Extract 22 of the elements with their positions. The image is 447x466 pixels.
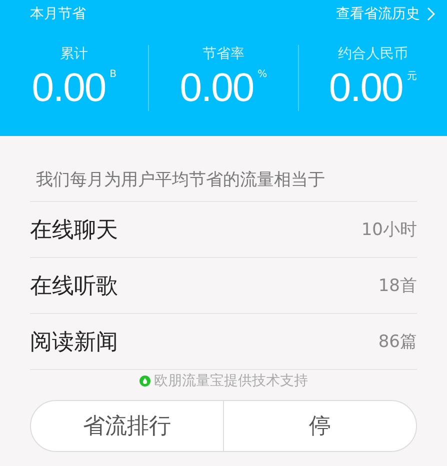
drop-logo-icon [139, 375, 151, 387]
stat-label: 节省率 [202, 45, 244, 63]
row-value: 10小时 [361, 219, 417, 241]
row-label: 在线听歌 [30, 272, 118, 300]
row-value: 18首 [378, 275, 417, 297]
unit-label: B [110, 69, 117, 80]
stat-value: 0.00 [328, 65, 403, 111]
credit-text: 欧朋流量宝提供技术支持 [154, 372, 308, 390]
unit-label: 元 [406, 70, 417, 83]
row-value: 86篇 [378, 331, 417, 353]
section-heading: 我们每月为用户平均节省的流量相当于 [30, 136, 417, 202]
section-title: 本月节省 [30, 5, 86, 23]
stat-value: 0.00 [32, 65, 106, 111]
chevron-right-icon [427, 7, 435, 21]
unit-label: % [258, 69, 268, 80]
action-button[interactable]: 省流排行 [31, 401, 223, 451]
stat-label: 累计 [60, 45, 88, 63]
row-label: 阅读新闻 [30, 328, 118, 356]
stat-label: 约合人民币 [338, 45, 408, 63]
action-button[interactable]: 停 [223, 401, 416, 451]
row-label: 在线聊天 [30, 216, 118, 244]
stat-value: 0.00 [180, 65, 254, 111]
